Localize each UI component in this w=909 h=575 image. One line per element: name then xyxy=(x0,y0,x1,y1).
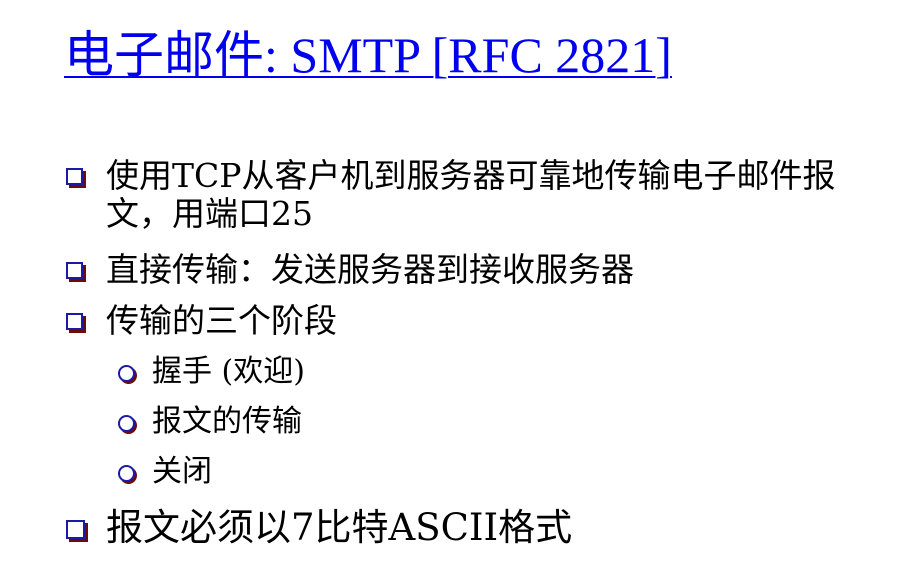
square-bullet-icon xyxy=(66,520,85,539)
bullet-text-3: 传输的三个阶段 xyxy=(106,301,337,340)
bullet-text-1-line1: 使用TCP从客户机到服务器可靠地传输电子邮件报 xyxy=(106,156,836,195)
square-bullet-icon xyxy=(66,262,83,279)
bullet-text-1-line2: 文，用端口25 xyxy=(106,194,313,233)
sub-bullet-text-2: 报文的传输 xyxy=(152,404,302,439)
bullet-text-4: 报文必须以7比特ASCII格式 xyxy=(106,506,573,549)
square-bullet-icon xyxy=(66,313,83,330)
sub-bullet-text-1: 握手 (欢迎) xyxy=(152,354,305,389)
square-bullet-icon xyxy=(66,168,83,185)
sub-bullet-text-3: 关闭 xyxy=(152,454,212,489)
circle-bullet-icon xyxy=(118,415,135,432)
slide-title: 电子邮件: SMTP [RFC 2821] xyxy=(64,27,672,83)
bullet-text-2: 直接传输：发送服务器到接收服务器 xyxy=(106,250,634,289)
circle-bullet-icon xyxy=(118,365,135,382)
circle-bullet-icon xyxy=(118,465,135,482)
